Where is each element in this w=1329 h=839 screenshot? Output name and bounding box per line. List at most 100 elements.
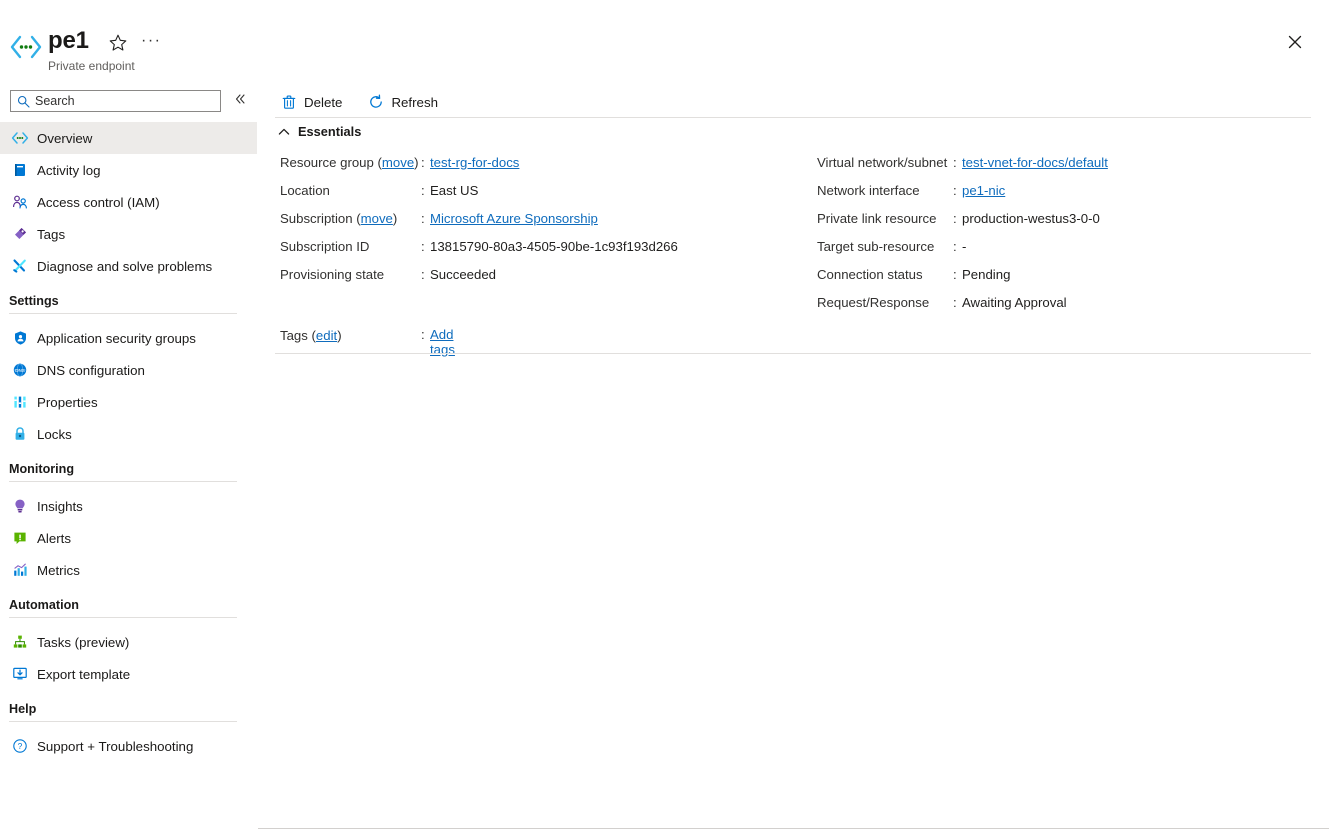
essentials-label: Subscription <box>280 211 353 226</box>
delete-label: Delete <box>304 95 342 110</box>
activity-log-icon <box>11 161 29 179</box>
sidebar-item-label: DNS configuration <box>37 363 145 378</box>
sidebar-item-locks[interactable]: Locks <box>0 418 257 450</box>
essentials-right-column: Virtual network/subnet : test-vnet-for-d… <box>817 155 1317 323</box>
essentials-row: Virtual network/subnet : test-vnet-for-d… <box>817 155 1317 183</box>
sidebar-group-settings: Settings <box>0 294 257 314</box>
sidebar-item-label: Locks <box>37 427 72 442</box>
svg-text:DNS: DNS <box>15 368 25 373</box>
sidebar-item-overview[interactable]: Overview <box>0 122 257 154</box>
essentials-colon: : <box>953 267 957 282</box>
svg-text:?: ? <box>18 741 23 751</box>
sidebar-item-insights[interactable]: Insights <box>0 490 257 522</box>
essentials-value: 13815790-80a3-4505-90be-1c93f193d266 <box>430 239 678 254</box>
essentials-value: East US <box>430 183 478 198</box>
essentials-row: Subscription (move) : Microsoft Azure Sp… <box>280 211 825 239</box>
sidebar-item-label: Insights <box>37 499 83 514</box>
dns-icon: DNS <box>11 361 29 379</box>
essentials-row: Provisioning state : Succeeded <box>280 267 825 295</box>
essentials-toggle[interactable]: Essentials <box>277 124 361 139</box>
search-placeholder: Search <box>35 94 75 108</box>
sidebar-item-tags[interactable]: Tags <box>0 218 257 250</box>
essentials-value: Microsoft Azure Sponsorship <box>430 211 598 226</box>
essentials-value: Awaiting Approval <box>962 295 1067 310</box>
virtual-network-subnet-link[interactable]: test-vnet-for-docs/default <box>962 155 1108 170</box>
sidebar-item-label: Alerts <box>37 531 71 546</box>
move-subscription-link[interactable]: move <box>361 211 393 226</box>
access-control-icon <box>11 193 29 211</box>
essentials-left-column: Resource group (move) : test-rg-for-docs… <box>280 155 825 295</box>
properties-icon <box>11 393 29 411</box>
shield-icon <box>11 329 29 347</box>
essentials-label: Virtual network/subnet <box>817 155 947 170</box>
star-icon[interactable] <box>108 33 128 53</box>
essentials-row: Request/Response : Awaiting Approval <box>817 295 1317 323</box>
essentials-value: test-rg-for-docs <box>430 155 519 170</box>
sidebar-group-help: Help <box>0 702 257 722</box>
double-chevron-left-icon[interactable] <box>231 92 249 110</box>
essentials-label: Connection status <box>817 267 923 282</box>
sidebar-item-tasks[interactable]: Tasks (preview) <box>0 626 257 658</box>
sidebar-item-application-security-groups[interactable]: Application security groups <box>0 322 257 354</box>
essentials-colon: : <box>953 295 957 310</box>
sidebar-item-label: Properties <box>37 395 98 410</box>
resource-group-link[interactable]: test-rg-for-docs <box>430 155 519 170</box>
subscription-link[interactable]: Microsoft Azure Sponsorship <box>430 211 598 226</box>
edit-tags-link[interactable]: edit <box>316 328 337 343</box>
essentials-row: Connection status : Pending <box>817 267 1317 295</box>
essentials-colon: : <box>953 183 957 198</box>
sidebar-item-diagnose[interactable]: Diagnose and solve problems <box>0 250 257 282</box>
essentials-label: Network interface <box>817 183 920 198</box>
essentials-colon: : <box>421 155 425 170</box>
refresh-label: Refresh <box>391 95 438 110</box>
sidebar-item-support-troubleshooting[interactable]: ? Support + Troubleshooting <box>0 730 257 762</box>
blade-content: Delete Refresh Essentials JSO <box>257 0 1329 839</box>
essentials-row: Subscription ID : 13815790-80a3-4505-90b… <box>280 239 825 267</box>
azure-portal-blade: pe1 ··· Private endpoint Search <box>0 0 1329 839</box>
sidebar-item-properties[interactable]: Properties <box>0 386 257 418</box>
sidebar-item-label: Activity log <box>37 163 101 178</box>
essentials-label: Location <box>280 183 330 198</box>
essentials-label: Target sub-resource <box>817 239 934 254</box>
essentials-colon: : <box>421 327 425 342</box>
sidebar-item-export-template[interactable]: Export template <box>0 658 257 690</box>
status-badge: Pending <box>962 267 1010 282</box>
essentials-colon: : <box>953 239 957 254</box>
essentials-label: Subscription ID <box>280 239 369 254</box>
essentials-row: Target sub-resource : - <box>817 239 1317 267</box>
sidebar-group-title: Settings <box>9 294 257 308</box>
sidebar-item-dns-configuration[interactable]: DNS DNS configuration <box>0 354 257 386</box>
private-endpoint-icon <box>11 129 29 147</box>
sidebar-item-alerts[interactable]: Alerts <box>0 522 257 554</box>
lock-icon <box>11 425 29 443</box>
ellipsis-icon[interactable]: ··· <box>141 34 161 52</box>
sidebar-item-metrics[interactable]: Metrics <box>0 554 257 586</box>
footer-divider <box>258 828 1329 829</box>
sidebar-item-access-control[interactable]: Access control (IAM) <box>0 186 257 218</box>
sidebar-item-label: Support + Troubleshooting <box>37 739 193 754</box>
search-input[interactable]: Search <box>10 90 221 112</box>
move-resource-group-link[interactable]: move <box>382 155 414 170</box>
tags-icon <box>11 225 29 243</box>
divider <box>275 117 1311 118</box>
sidebar-group-title: Monitoring <box>9 462 257 476</box>
refresh-button[interactable]: Refresh <box>364 88 446 116</box>
sidebar-item-label: Tags <box>37 227 65 242</box>
tags-label: Tags <box>280 328 308 343</box>
essentials-row: Resource group (move) : test-rg-for-docs <box>280 155 825 183</box>
network-interface-link[interactable]: pe1-nic <box>962 183 1005 198</box>
sidebar-item-activity-log[interactable]: Activity log <box>0 154 257 186</box>
sidebar-group-title: Automation <box>9 598 257 612</box>
essentials-value: production-westus3-0-0 <box>962 211 1100 226</box>
essentials-label: Provisioning state <box>280 267 384 282</box>
sidebar-item-label: Overview <box>37 131 92 146</box>
essentials-label: Private link resource <box>817 211 936 226</box>
essentials-colon: : <box>421 239 425 254</box>
essentials-colon: : <box>953 155 957 170</box>
sidebar-item-label: Application security groups <box>37 331 196 346</box>
essentials-row: Private link resource : production-westu… <box>817 211 1317 239</box>
delete-button[interactable]: Delete <box>277 88 350 116</box>
metrics-chart-icon <box>11 561 29 579</box>
private-endpoint-icon <box>10 34 42 60</box>
insights-bulb-icon <box>11 497 29 515</box>
